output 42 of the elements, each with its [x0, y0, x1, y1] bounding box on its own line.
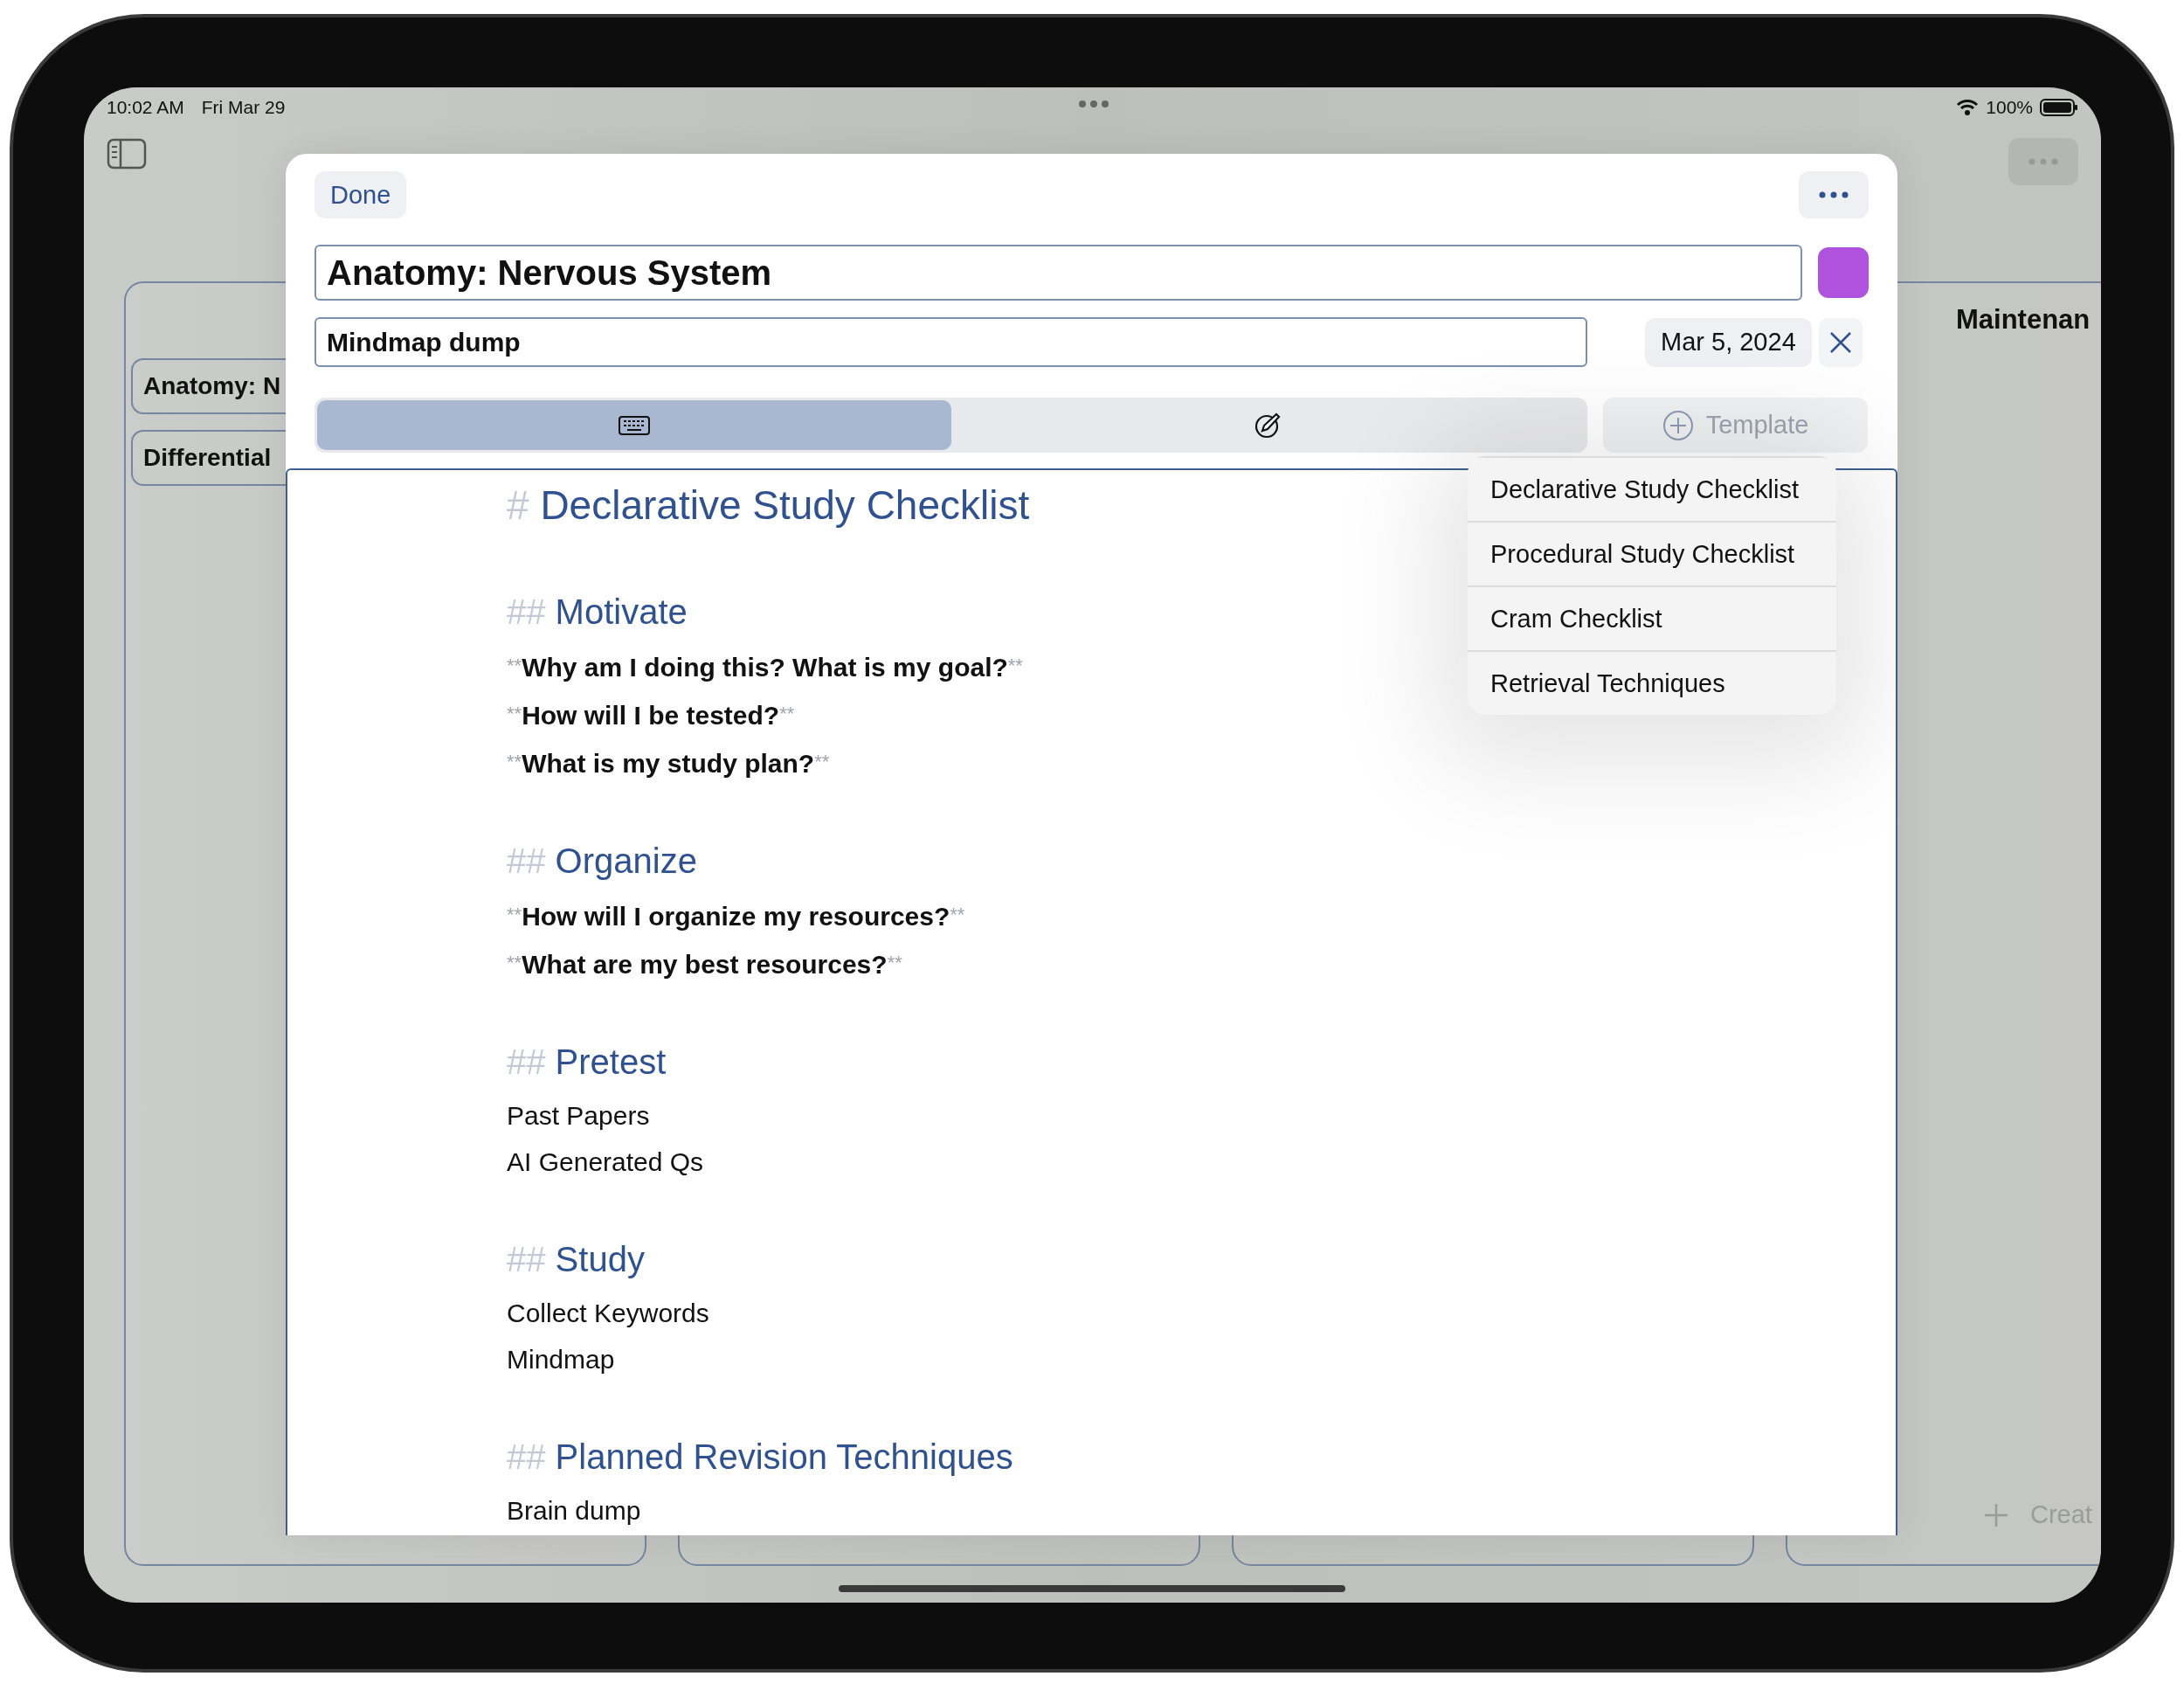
text-line: AI Generated Qs — [507, 1146, 704, 1178]
question-line: $^{**}$How will I be tested?$^{**}$ — [507, 700, 795, 731]
heading: ## Study — [507, 1239, 645, 1280]
question-line: $^{**}$What is my study plan?$^{**}$ — [507, 748, 830, 779]
heading: # Declarative Study Checklist — [507, 481, 1030, 530]
heading: ## Organize — [507, 841, 697, 882]
ellipsis-icon — [1819, 191, 1849, 198]
text-line: Brain dump — [507, 1495, 641, 1527]
plus-icon — [1983, 1501, 2009, 1528]
question-line: $^{**}$What are my best resources?$^{**}$ — [507, 949, 902, 980]
wifi-icon — [1956, 99, 1980, 116]
date-button[interactable]: Mar 5, 2024 — [1645, 317, 1812, 367]
menu-item[interactable]: Procedural Study Checklist — [1468, 521, 1836, 585]
heading: ## Motivate — [507, 592, 688, 633]
question-line: $^{**}$Why am I doing this? What is my goal?$^{**}$ — [507, 652, 1023, 683]
multitasking-icon[interactable] — [1078, 100, 1109, 108]
column-title: Maintenan — [1956, 304, 2091, 336]
clear-date-button[interactable] — [1818, 317, 1863, 367]
done-button[interactable]: Done — [314, 171, 407, 218]
close-icon — [1828, 329, 1853, 355]
pencil-circle-icon — [1254, 411, 1282, 440]
heading: ## Planned Revision Techniques — [507, 1437, 1013, 1478]
keyboard-icon — [618, 415, 650, 435]
plus-circle-icon — [1662, 409, 1694, 441]
battery-icon — [2040, 99, 2078, 116]
title-field[interactable]: Anatomy: Nervous System — [314, 245, 1802, 301]
status-date: Fri Mar 29 — [201, 97, 286, 118]
menu-item[interactable]: Cram Checklist — [1468, 585, 1836, 650]
text-line: Collect Keywords — [507, 1298, 709, 1329]
color-swatch[interactable] — [1818, 247, 1869, 298]
question-line: $^{**}$How will I organize my resources?$^{**}$ — [507, 901, 965, 932]
battery-percent: 100% — [1986, 97, 2033, 118]
text-line: Past Papers — [507, 1100, 650, 1132]
menu-item[interactable]: Declarative Study Checklist — [1468, 456, 1836, 521]
sidebar-icon[interactable] — [107, 138, 147, 170]
menu-item[interactable]: Retrieval Techniques — [1468, 650, 1836, 715]
text-line: Mindmap — [507, 1344, 615, 1375]
more-button[interactable] — [1799, 171, 1869, 218]
heading: ## Pretest — [507, 1042, 667, 1083]
subtitle-field[interactable]: Mindmap dump — [314, 317, 1587, 367]
status-time: 10:02 AM — [107, 97, 184, 118]
ellipsis-icon — [2028, 158, 2058, 165]
